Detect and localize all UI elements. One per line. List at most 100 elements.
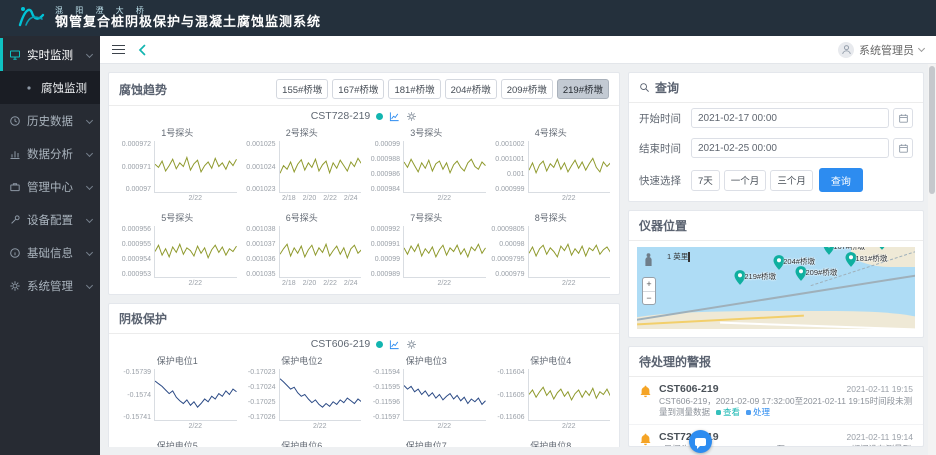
y-axis-labels: -0.15739-0.1574-0.15741 [118, 369, 154, 421]
y-axis-labels: 0.000990.0009880.0009860.000984 [367, 141, 403, 193]
pier-button-209#桥墩[interactable]: 209#桥墩 [501, 79, 553, 99]
dot-icon [22, 81, 35, 94]
end-time-input[interactable] [691, 138, 889, 158]
top-toolbar: 系统管理员 [100, 36, 936, 64]
chart-plot [403, 141, 486, 193]
start-time-label: 开始时间 [639, 111, 691, 126]
corrosion-sensor-row: CST728-219 [109, 106, 619, 122]
line-chart-icon[interactable] [389, 339, 400, 350]
sidebar-item-label: 历史数据 [27, 113, 87, 129]
monitor-icon [8, 48, 21, 61]
alerts-card-title: 待处理的警报 [639, 353, 711, 370]
mini-chart-title: 保护电位8 [492, 439, 611, 447]
quick-1month-button[interactable]: 一个月 [724, 170, 767, 191]
corrosion-sensor-label: CST728-219 [311, 110, 371, 122]
pier-button-167#桥墩[interactable]: 167#桥墩 [332, 79, 384, 99]
quick-3months-button[interactable]: 三个月 [770, 170, 813, 191]
sidebar-item-realtime-monitor[interactable]: 实时监测 [0, 38, 100, 71]
sidebar-item-label: 腐蚀监测 [41, 80, 92, 96]
y-axis-labels: -0.11604-0.11605-0.11606 [492, 369, 528, 421]
chevron-down-icon [86, 216, 93, 223]
alert-sensor-name: CST606-219 [659, 383, 719, 395]
sidebar-item-system-manage[interactable]: 系统管理 [0, 269, 100, 302]
mini-chart-1号探头: 1号探头0.0009720.0009710.000972/22 [115, 124, 240, 203]
start-time-input[interactable] [691, 108, 889, 128]
sidebar-item-admin-center[interactable]: 管理中心 [0, 170, 100, 203]
back-icon[interactable] [137, 44, 149, 56]
start-time-row: 开始时间 [629, 103, 923, 133]
chevron-down-icon [86, 150, 93, 157]
pier-button-155#桥墩[interactable]: 155#桥墩 [276, 79, 328, 99]
chat-icon [695, 438, 706, 446]
map-scale: 1 英里 [667, 251, 690, 262]
sidebar-item-device-config[interactable]: 设备配置 [0, 203, 100, 236]
cathodic-chart-grid: 保护电位1-0.15739-0.1574-0.157412/22保护电位2-0.… [109, 350, 619, 447]
chart-plot [154, 369, 237, 421]
map-pin-219#桥墩[interactable]: 219#桥墩 [734, 270, 745, 290]
calendar-icon[interactable] [893, 138, 913, 158]
quick-7days-button[interactable]: 7天 [691, 170, 720, 191]
map-pin-181#桥墩[interactable]: 181#桥墩 [846, 252, 857, 272]
user-icon [838, 42, 854, 58]
sidebar: 实时监测腐蚀监测历史数据数据分析管理中心设备配置基础信息系统管理 [0, 36, 100, 455]
pending-alerts-card: 待处理的警报 CST606-219 2021-02-11 19:15 CST606-… [628, 346, 924, 447]
page-title: 钢管复合桩阴极保护与混凝土腐蚀监测系统 [55, 15, 321, 30]
mini-chart-7号探头: 7号探头 0.0009920.0009910.000990.0009892/22 [364, 209, 489, 288]
pier-button-204#桥墩[interactable]: 204#桥墩 [445, 79, 497, 99]
search-icon [639, 82, 650, 93]
sidebar-item-label: 设备配置 [27, 212, 87, 228]
x-axis-labels: 2/22 [403, 278, 486, 288]
mini-chart-title: 2号探头 [243, 126, 362, 139]
mini-chart-title: 3号探头 [367, 126, 486, 139]
map[interactable]: 1 英里 + − 155#桥墩167#桥墩181#桥墩204#桥墩209#桥墩2… [637, 247, 915, 329]
alert-handle-link[interactable]: 处理 [746, 407, 770, 417]
gear-icon[interactable] [406, 339, 417, 350]
sidebar-item-data-analysis[interactable]: 数据分析 [0, 137, 100, 170]
alert-view-link[interactable]: 查看 [716, 407, 740, 417]
zoom-out-button[interactable]: − [643, 291, 655, 304]
calendar-icon[interactable] [893, 108, 913, 128]
x-axis-labels: 2/22 [279, 421, 362, 431]
instrument-location-card: 仪器位置 1 [628, 210, 924, 338]
user-menu[interactable]: 系统管理员 [838, 42, 924, 58]
cathodic-card-header: 阴极保护 [109, 304, 619, 334]
chart-plot [279, 141, 362, 193]
mini-chart-保护电位4: 保护电位4-0.11604-0.11605-0.116062/22 [489, 352, 614, 431]
chart-plot [403, 369, 486, 421]
search-button[interactable]: 查询 [819, 168, 863, 192]
sidebar-item-basic-info[interactable]: 基础信息 [0, 236, 100, 269]
sidebar-item-corrosion-monitor[interactable]: 腐蚀监测 [0, 71, 100, 104]
mini-chart-title: 7号探头 [367, 211, 486, 224]
app-root: 混 阳 澄 大 桥 钢管复合桩阴极保护与混凝土腐蚀监测系统 实时监测腐蚀监测历史… [0, 0, 936, 455]
mini-chart-5号探头: 5号探头0.0009560.0009550.0009540.0009532/22 [115, 209, 240, 288]
menu-toggle-icon[interactable] [112, 45, 125, 55]
query-card-title: 查询 [655, 79, 679, 96]
alert-description: CST606-219，2021-02-09 17:32:00至2021-02-1… [659, 396, 913, 419]
y-axis-labels: 0.0009720.0009710.00097 [118, 141, 154, 193]
chevron-down-icon [86, 117, 93, 124]
y-axis-labels: 0.0009920.0009910.000990.000989 [367, 226, 403, 278]
gear-icon[interactable] [406, 111, 417, 122]
vertical-scrollbar[interactable] [928, 64, 936, 455]
pegman-icon[interactable] [644, 253, 653, 272]
line-chart-icon[interactable] [389, 111, 400, 122]
chat-fab-button[interactable] [689, 430, 712, 453]
chart-plot [279, 369, 362, 421]
zoom-in-button[interactable]: + [643, 278, 655, 291]
briefcase-icon [8, 180, 21, 193]
pier-button-181#桥墩[interactable]: 181#桥墩 [388, 79, 440, 99]
map-pin-167#桥墩[interactable]: 167#桥墩 [823, 247, 834, 260]
info-icon [8, 246, 21, 259]
cathodic-sensor-row: CST606-219 [109, 334, 619, 350]
map-pin-209#桥墩[interactable]: 209#桥墩 [796, 266, 807, 286]
mini-chart-保护电位3: 保护电位3-0.11594-0.11595-0.11596-0.115972/2… [364, 352, 489, 431]
pier-button-219#桥墩[interactable]: 219#桥墩 [557, 79, 609, 99]
gear-icon [8, 279, 21, 292]
scrollbar-thumb[interactable] [929, 66, 935, 194]
mini-chart-title: 保护电位3 [367, 354, 486, 367]
alert-timestamp: 2021-02-11 19:15 [847, 384, 913, 394]
mini-chart-title: 保护电位5 [118, 439, 237, 447]
content: 腐蚀趋势 155#桥墩167#桥墩181#桥墩204#桥墩209#桥墩219#桥… [100, 64, 936, 455]
sidebar-item-history-data[interactable]: 历史数据 [0, 104, 100, 137]
sidebar-item-label: 数据分析 [27, 146, 87, 162]
